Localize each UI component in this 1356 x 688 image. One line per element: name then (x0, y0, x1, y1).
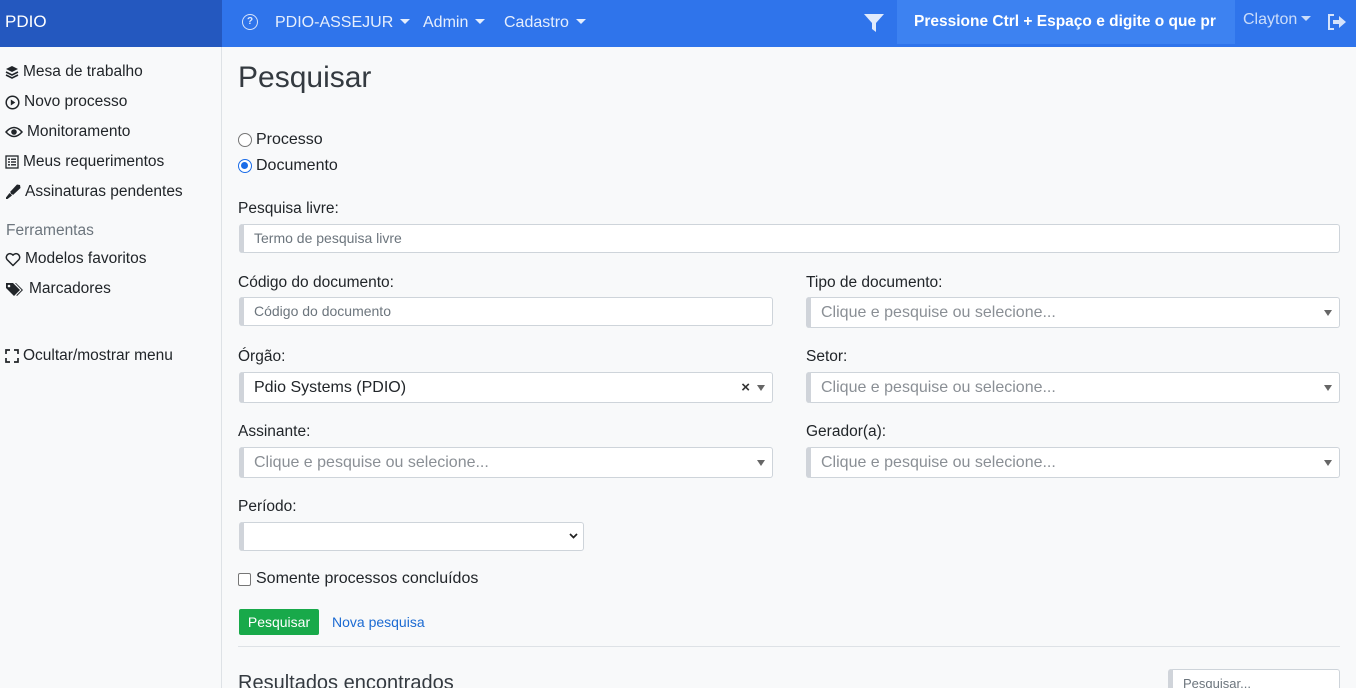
period-label: Período: (238, 498, 297, 515)
menu-cadastro-label: Cadastro (504, 14, 569, 31)
heart-icon (5, 252, 21, 266)
free-search-input[interactable]: Termo de pesquisa livre (239, 224, 1340, 253)
sector-label: Setor: (806, 348, 848, 365)
top-navbar: PDIO ? PDIO-ASSEJUR Admin Cadastro Press… (0, 0, 1356, 47)
organ-select[interactable]: Pdio Systems (PDIO) × (239, 372, 773, 403)
sidebar-item-meus-requerimentos[interactable]: Meus requerimentos (5, 152, 164, 172)
only-completed-checkbox-row[interactable]: Somente processos concluídos (238, 568, 478, 590)
clear-icon[interactable]: × (741, 373, 750, 402)
menu-organization[interactable]: PDIO-ASSEJUR (275, 13, 411, 33)
sidebar-item-assinaturas-pendentes[interactable]: Assinaturas pendentes (5, 182, 183, 202)
user-name: Clayton (1243, 11, 1298, 28)
generator-select[interactable]: Clique e pesquise ou selecione... (806, 447, 1340, 478)
signer-placeholder: Clique e pesquise ou selecione... (254, 454, 489, 471)
sidebar-item-label: Meus requerimentos (23, 153, 165, 170)
sidebar-item-label: Modelos favoritos (25, 250, 147, 267)
radio-button-selected[interactable] (238, 159, 252, 173)
caret-down-icon (1301, 16, 1312, 21)
results-search-input[interactable]: Pesquisar... (1168, 669, 1340, 688)
sidebar: Mesa de trabalho Novo processo Monitoram… (0, 47, 222, 688)
radio-processo[interactable]: Processo (238, 129, 323, 151)
sidebar-item-label: Marcadores (29, 280, 111, 297)
command-search-box[interactable]: Pressione Ctrl + Espaço e digite o que p… (897, 0, 1235, 44)
chevron-down-icon (757, 460, 765, 466)
menu-cadastro[interactable]: Cadastro (504, 13, 586, 33)
filter-icon[interactable] (863, 12, 885, 34)
menu-organization-label: PDIO-ASSEJUR (275, 14, 394, 31)
help-icon[interactable]: ? (242, 14, 258, 30)
doc-type-label: Tipo de documento: (806, 274, 943, 291)
brand-logo[interactable]: PDIO (0, 0, 222, 47)
caret-down-icon (400, 19, 411, 24)
chevron-down-icon (1324, 460, 1332, 466)
menu-admin-label: Admin (423, 14, 469, 31)
chevron-down-icon (757, 385, 765, 391)
divider (238, 646, 1340, 647)
main-content: Pesquisar Processo Documento Pesquisa li… (223, 47, 1356, 688)
organ-label: Órgão: (238, 348, 286, 365)
doc-code-label: Código do documento: (238, 274, 394, 291)
results-title: Resultados encontrados (238, 672, 454, 688)
radio-documento[interactable]: Documento (238, 155, 338, 177)
user-menu[interactable]: Clayton (1243, 11, 1312, 29)
layers-icon (5, 66, 19, 79)
generator-placeholder: Clique e pesquise ou selecione... (821, 454, 1056, 471)
organ-value: Pdio Systems (PDIO) (254, 379, 407, 396)
sector-placeholder: Clique e pesquise ou selecione... (821, 379, 1056, 396)
list-alt-icon (5, 155, 19, 169)
radio-label: Documento (256, 157, 338, 174)
sidebar-item-label: Monitoramento (27, 123, 131, 140)
menu-admin[interactable]: Admin (423, 13, 486, 33)
sidebar-toggle-label: Ocultar/mostrar menu (23, 347, 173, 364)
doc-code-input[interactable]: Código do documento (239, 297, 773, 326)
only-completed-checkbox[interactable] (238, 572, 251, 586)
play-circle-icon (5, 94, 20, 110)
chevron-down-icon (569, 533, 578, 539)
doc-type-select[interactable]: Clique e pesquise ou selecione... (806, 297, 1340, 328)
radio-button[interactable] (238, 133, 252, 147)
sidebar-item-label: Assinaturas pendentes (25, 183, 183, 200)
signer-label: Assinante: (238, 423, 311, 440)
sector-select[interactable]: Clique e pesquise ou selecione... (806, 372, 1340, 403)
expand-icon (5, 349, 19, 363)
eye-icon (5, 126, 23, 138)
sidebar-toggle-menu[interactable]: Ocultar/mostrar menu (5, 346, 173, 366)
chevron-down-icon (1324, 310, 1332, 316)
search-button[interactable]: Pesquisar (239, 609, 319, 635)
only-completed-label: Somente processos concluídos (256, 570, 479, 587)
page-title: Pesquisar (238, 61, 372, 94)
sidebar-item-novo-processo[interactable]: Novo processo (5, 92, 127, 112)
chevron-down-icon (1324, 385, 1332, 391)
sidebar-item-modelos-favoritos[interactable]: Modelos favoritos (5, 249, 146, 269)
new-search-link[interactable]: Nova pesquisa (332, 614, 425, 630)
logout-icon[interactable] (1327, 13, 1347, 31)
sidebar-heading-tools: Ferramentas (6, 222, 94, 239)
generator-label: Gerador(a): (806, 423, 887, 440)
sidebar-item-mesa-de-trabalho[interactable]: Mesa de trabalho (5, 62, 143, 82)
doc-type-placeholder: Clique e pesquise ou selecione... (821, 304, 1056, 321)
caret-down-icon (575, 19, 586, 24)
signer-select[interactable]: Clique e pesquise ou selecione... (239, 447, 773, 478)
radio-label: Processo (256, 131, 323, 148)
sidebar-item-label: Mesa de trabalho (23, 63, 143, 80)
sidebar-item-label: Novo processo (24, 93, 128, 110)
period-select[interactable] (239, 522, 584, 551)
pen-icon (6, 184, 21, 199)
sidebar-item-marcadores[interactable]: Marcadores (5, 279, 111, 299)
tags-icon (6, 282, 23, 296)
sidebar-item-monitoramento[interactable]: Monitoramento (5, 122, 130, 142)
free-search-label: Pesquisa livre: (238, 200, 339, 217)
caret-down-icon (475, 19, 486, 24)
